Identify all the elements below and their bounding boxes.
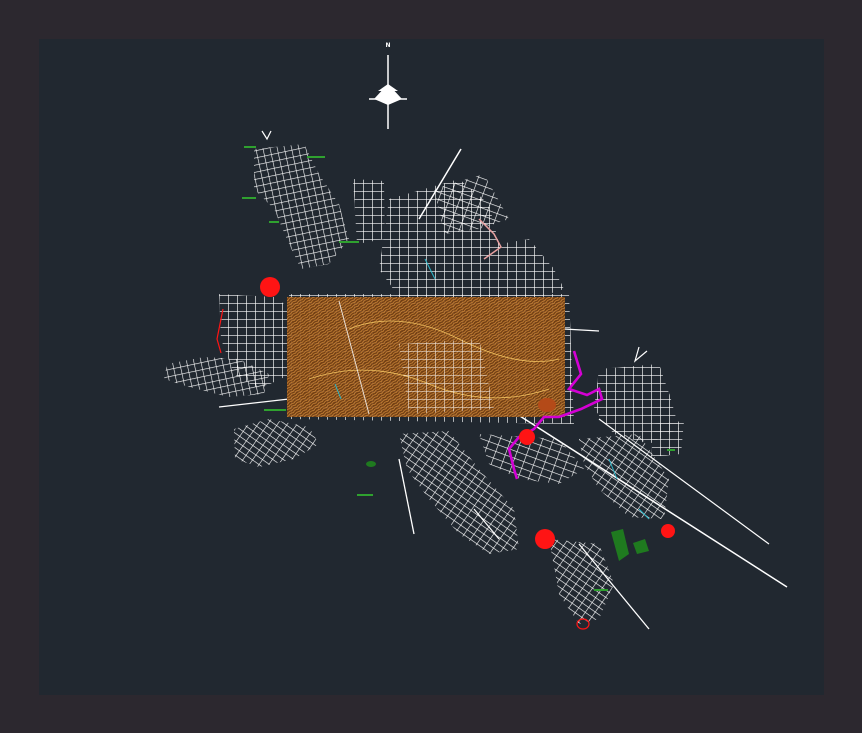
north-label: N: [385, 42, 391, 49]
marker-central-east: [519, 429, 535, 445]
north-arrow-icon: [369, 55, 407, 129]
downtown-grid: [399, 339, 494, 414]
marker-northwest: [260, 277, 280, 297]
drawing-canvas[interactable]: N: [39, 39, 824, 695]
marker-southeast: [661, 524, 675, 538]
city-map[interactable]: [39, 39, 824, 695]
marker-south: [535, 529, 555, 549]
